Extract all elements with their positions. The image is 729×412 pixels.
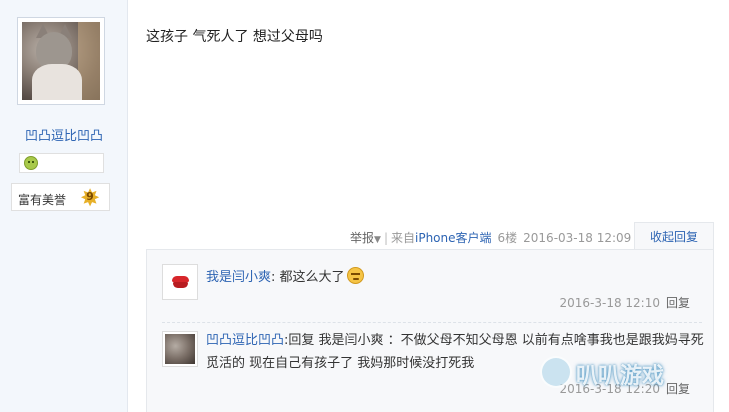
post-tail: 举报▼ | 来自iPhone客户端 6楼 2016-03-18 12:09	[350, 229, 631, 246]
reply-button[interactable]: 回复	[666, 296, 690, 310]
reply-meta: 2016-3-18 12:20 回复	[559, 380, 690, 397]
reply-text: 都这么大了	[279, 270, 345, 285]
reply-button[interactable]: 回复	[666, 382, 690, 396]
chevron-down-icon: ▼	[374, 235, 381, 245]
collapse-replies-button[interactable]: 收起回复	[634, 222, 714, 250]
frowning-face-icon	[346, 267, 364, 284]
reply-body: 我是闫小爽: 都这么大了	[206, 266, 706, 289]
cat-avatar-image	[165, 334, 195, 364]
reply-item: 凹凸逗比凹凸:回复 我是闫小爽 ：不做父母不知父母恩 以前有点啥事我也是跟我妈寻…	[162, 328, 704, 412]
reply-date: 2016-3-18 12:10	[559, 296, 660, 310]
reply-date: 2016-3-18 12:20	[559, 382, 660, 396]
reply-item: 我是闫小爽: 都这么大了 2016-3-18 12:10 回复	[162, 261, 702, 323]
reply-list: 我是闫小爽: 都这么大了 2016-3-18 12:10 回复 凹凸逗比凹凸:回复…	[146, 249, 714, 412]
floor-number: 6楼	[497, 231, 518, 245]
reply-username[interactable]: 我是闫小爽	[206, 270, 271, 285]
author-sidebar: 凹凸逗比凹凸 富有美誉 ✸ 9	[0, 0, 128, 412]
lips-icon	[172, 276, 189, 288]
honor-level: 9	[86, 190, 94, 203]
reply-username[interactable]: 凹凸逗比凹凸	[206, 333, 284, 348]
reply-body: 凹凸逗比凹凸:回复 我是闫小爽 ：不做父母不知父母恩 以前有点啥事我也是跟我妈寻…	[206, 333, 704, 371]
reply-avatar[interactable]	[162, 264, 198, 300]
reply-meta: 2016-3-18 12:10 回复	[559, 294, 690, 311]
post-content: 这孩子 气死人了 想过父母吗	[146, 29, 323, 45]
cat-avatar-image	[22, 22, 100, 100]
reply-avatar[interactable]	[162, 331, 198, 367]
honor-badge[interactable]: 富有美誉 ✸ 9	[11, 183, 110, 211]
divider: |	[383, 231, 388, 245]
author-username[interactable]: 凹凸逗比凹凸	[0, 125, 128, 144]
client-link[interactable]: iPhone客户端	[415, 231, 492, 245]
report-link[interactable]: 举报▼	[350, 231, 381, 245]
post-date: 2016-03-18 12:09	[523, 231, 632, 245]
honor-label: 富有美誉	[18, 193, 67, 207]
honor-star-icon: ✸ 9	[79, 184, 101, 212]
level-badge	[19, 153, 104, 173]
level-icon	[24, 156, 38, 170]
client-text: 来自	[390, 231, 415, 245]
author-avatar[interactable]	[17, 17, 105, 105]
